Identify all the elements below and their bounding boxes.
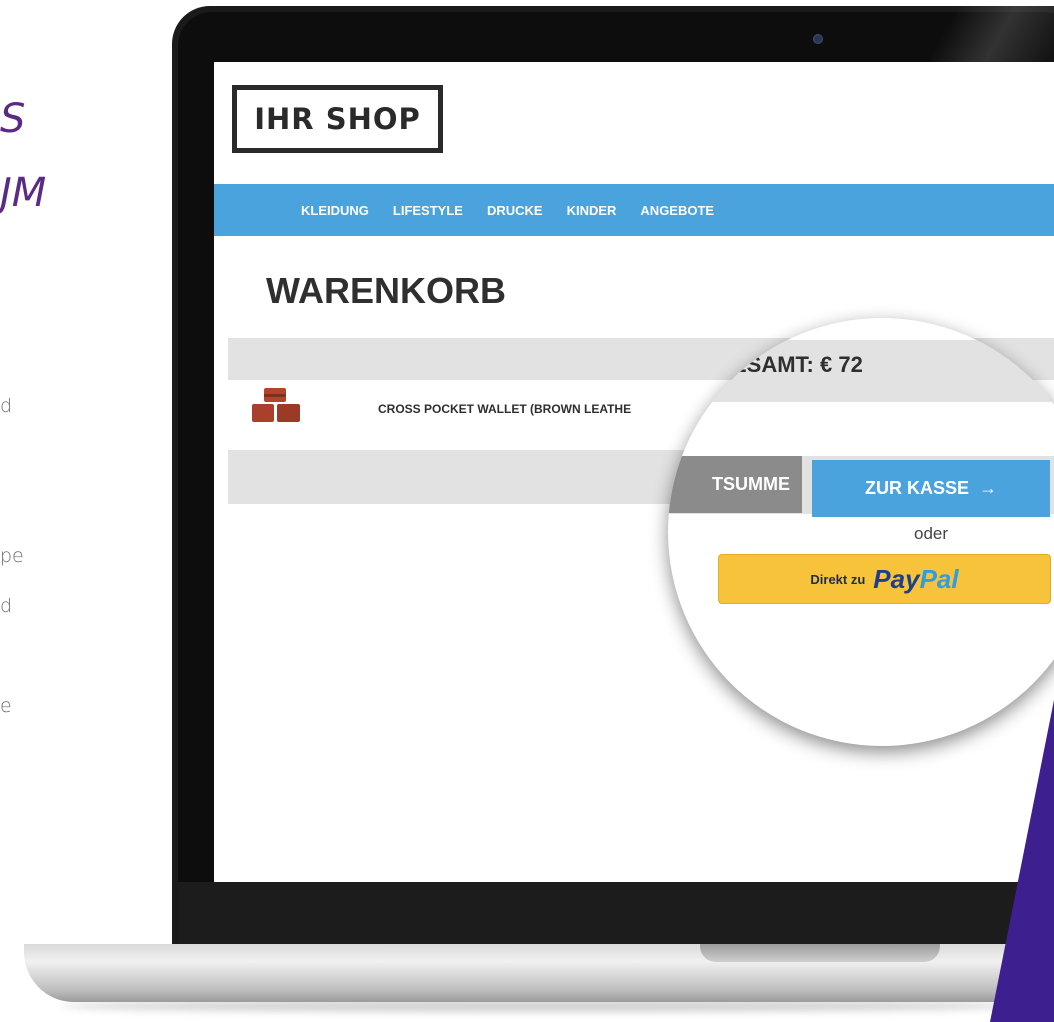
paypal-logo-part-a: Pay: [873, 563, 920, 594]
main-nav: KLEIDUNG LIFESTYLE DRUCKE KINDER ANGEBOT…: [214, 184, 1054, 236]
page-title: WARENKORB: [266, 270, 506, 311]
subtotal-button[interactable]: TSUMME: [668, 456, 802, 513]
nav-item-lifestyle[interactable]: LIFESTYLE: [393, 203, 463, 218]
shop-logo[interactable]: IHR SHOP: [232, 85, 443, 153]
nav-item-kinder[interactable]: KINDER: [567, 203, 617, 218]
body-text-fragment-4: e: [0, 695, 12, 717]
body-text-fragment-1: d: [0, 395, 13, 417]
nav-item-angebote[interactable]: ANGEBOTE: [640, 203, 714, 218]
headline-fragment-2: JM: [0, 170, 47, 216]
paypal-prefix: Direkt zu: [810, 571, 866, 587]
paypal-logo-part-b: Pal: [919, 563, 959, 594]
laptop-notch: [700, 944, 940, 962]
checkout-button-label: ZUR KASSE: [864, 478, 969, 498]
wallet-product-image[interactable]: [250, 386, 302, 426]
checkout-button[interactable]: ZUR KASSE →: [812, 460, 1050, 517]
paypal-logo-icon: PayPal: [873, 564, 958, 595]
body-text-fragment-3: d: [0, 595, 13, 617]
lid-glare: [900, 6, 1054, 66]
cart-total: ESAMT: € 72: [732, 352, 863, 377]
headline-fragment-1: S: [0, 96, 26, 142]
arrow-right-icon: →: [979, 478, 997, 498]
camera-icon: [813, 34, 823, 44]
nav-item-drucke[interactable]: DRUCKE: [487, 203, 543, 218]
or-separator: oder: [913, 524, 949, 543]
body-text-fragment-2: pe: [0, 545, 24, 567]
subtotal-button-label: TSUMME: [712, 474, 790, 494]
product-name[interactable]: CROSS POCKET WALLET (BROWN LEATHE: [378, 402, 631, 416]
nav-item-kleidung[interactable]: KLEIDUNG: [301, 203, 369, 218]
laptop-chin: [178, 882, 1054, 944]
paypal-checkout-button[interactable]: Direkt zu PayPal: [718, 554, 1051, 604]
